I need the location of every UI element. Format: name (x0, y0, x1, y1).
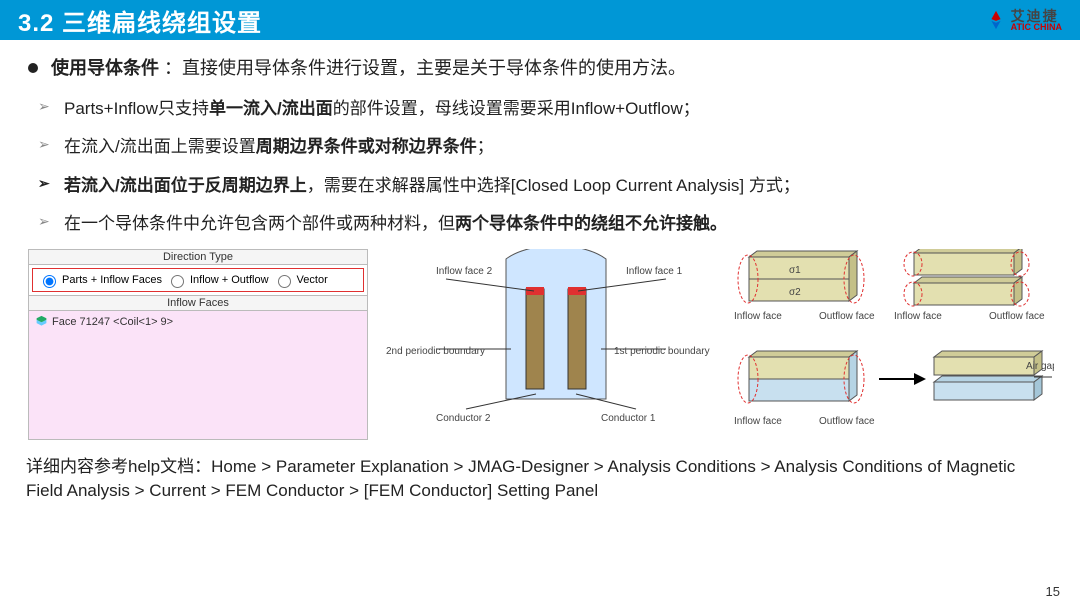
lbl-pb2: 2nd periodic boundary (386, 346, 485, 357)
lead-label: 使用导体条件 (51, 58, 159, 78)
logo-en: ATIC CHINA (1011, 23, 1062, 32)
bullet-3: 若流入/流出面位于反周期边界上，需要在求解器属性中选择[Closed Loop … (38, 167, 1054, 205)
logo-cn: 艾迪捷 (1011, 9, 1062, 23)
footnote: 详细内容参考help文档：Home > Parameter Explanatio… (26, 455, 1054, 503)
bullet-1: Parts+Inflow只支持单一流入/流出面的部件设置，母线设置需要采用Inf… (38, 90, 1054, 128)
face-icon (35, 315, 48, 328)
lbl-inflow2: Inflow face 2 (436, 266, 493, 277)
lbl-sigma1: σ1 (789, 265, 801, 276)
bullet-2: 在流入/流出面上需要设置周期边界条件或对称边界条件； (38, 128, 1054, 166)
lbl-inflow-a: Inflow face (734, 311, 782, 322)
bullet-4: 在一个导体条件中允许包含两个部件或两种材料，但两个导体条件中的绕组不允许接触。 (38, 205, 1054, 243)
lbl-inflow-c: Inflow face (734, 416, 782, 427)
lead-text: ：直接使用导体条件进行设置，主要是关于导体条件的使用方法。 (164, 58, 686, 78)
direction-type-radios: Parts + Inflow Faces Inflow + Outflow Ve… (32, 268, 364, 292)
face-item[interactable]: Face 71247 <Coil<1> 9> (35, 315, 361, 328)
direction-type-label: Direction Type (29, 250, 367, 265)
lbl-airgap: Air gap (1026, 361, 1054, 372)
arrow-icon (879, 373, 926, 385)
radio-vector[interactable]: Vector (273, 272, 328, 288)
lbl-outflow-b: Outflow face (989, 311, 1045, 322)
inflow-faces-list[interactable]: Face 71247 <Coil<1> 9> (29, 311, 367, 439)
lbl-cond1: Conductor 1 (601, 413, 656, 424)
radio-inflow-outflow[interactable]: Inflow + Outflow (166, 272, 269, 288)
page-number: 15 (1046, 584, 1060, 599)
center-diagram: Inflow face 2 Inflow face 1 2nd periodic… (386, 249, 716, 429)
bullet-list: Parts+Inflow只支持单一流入/流出面的部件设置，母线设置需要采用Inf… (38, 90, 1054, 243)
lbl-pb1: 1st periodic boundary (614, 346, 710, 357)
lead-line: 使用导体条件 ：直接使用导体条件进行设置，主要是关于导体条件的使用方法。 (26, 54, 1054, 80)
lbl-sigma2: σ2 (789, 287, 801, 298)
settings-panel: Direction Type Parts + Inflow Faces Infl… (28, 249, 368, 440)
lbl-outflow-a: Outflow face (819, 311, 875, 322)
lbl-outflow-c: Outflow face (819, 416, 875, 427)
slide-title: 3.2 三维扁线绕组设置 (18, 3, 262, 38)
radio-parts-inflow[interactable]: Parts + Inflow Faces (38, 272, 162, 288)
logo: 艾迪捷 ATIC CHINA (985, 9, 1062, 32)
header-bar: 3.2 三维扁线绕组设置 艾迪捷 ATIC CHINA (0, 0, 1080, 40)
right-diagram: σ1 σ2 Inflow face Outflow face Inflow fa… (734, 249, 1054, 449)
lbl-cond2: Conductor 2 (436, 413, 491, 424)
inflow-faces-label: Inflow Faces (29, 296, 367, 311)
lbl-inflow-b: Inflow face (894, 311, 942, 322)
lbl-inflow1: Inflow face 1 (626, 266, 683, 277)
logo-icon (985, 9, 1007, 31)
bullet-dot (28, 63, 38, 73)
